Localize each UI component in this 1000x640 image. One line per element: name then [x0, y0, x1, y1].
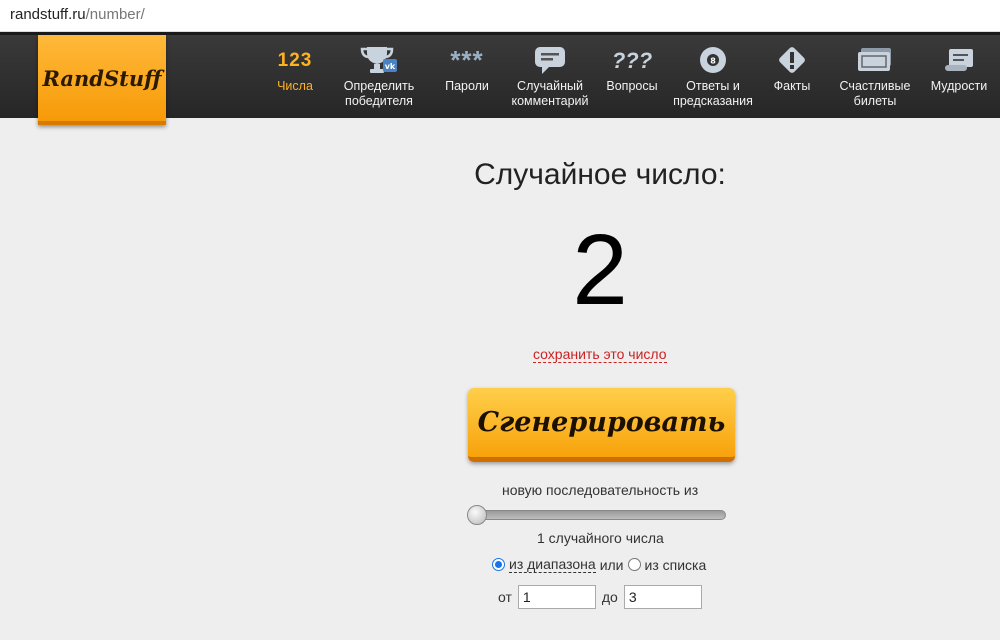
mode-selector: из диапазона или из списка — [492, 556, 706, 573]
magic-ball-icon: 8 — [668, 41, 758, 79]
save-number-link[interactable]: сохранить это число — [533, 346, 667, 363]
nav-item-label: Вопросы — [606, 79, 658, 93]
nav-item-tickets[interactable]: Счастливые билеты — [826, 35, 924, 121]
nav-item-label: Счастливые билеты — [839, 79, 911, 108]
comment-icon — [504, 41, 596, 79]
ticket-icon — [826, 41, 924, 79]
svg-text:8: 8 — [710, 57, 716, 66]
nav-item-winner[interactable]: vk Определить победителя — [328, 35, 430, 121]
main-content: Случайное число: 2 сохранить это число С… — [0, 118, 1000, 640]
nav-item-label: Факты — [773, 79, 811, 93]
site-logo[interactable]: RandStuff — [38, 35, 166, 125]
nav-item-label: Пароли — [445, 79, 489, 93]
scroll-icon — [924, 41, 994, 79]
url-path: /number/ — [85, 6, 145, 23]
nav-item-facts[interactable]: Факты — [758, 35, 826, 121]
nav-item-questions[interactable]: ??? Вопросы — [596, 35, 668, 121]
password-icon: *** — [450, 44, 484, 75]
nav-item-label: Случайный комментарий — [511, 79, 589, 108]
sequence-label: новую последовательность из — [502, 482, 699, 498]
count-slider[interactable] — [467, 505, 726, 525]
nav-item-label: Ответы и предсказания — [673, 79, 753, 108]
nav-item-passwords[interactable]: *** Пароли — [430, 35, 504, 121]
nav-item-label: Числа — [277, 79, 313, 93]
to-input[interactable] — [623, 585, 702, 609]
count-label: 1 случайного числа — [537, 530, 664, 546]
nav-item-numbers[interactable]: 123 Числа — [262, 35, 328, 121]
mode-range-label[interactable]: из диапазона — [509, 556, 596, 573]
nav-item-comment[interactable]: Случайный комментарий — [504, 35, 596, 121]
address-bar[interactable]: randstuff.ru/number/ — [0, 0, 1000, 32]
nav-item-label: Мудрости — [930, 79, 988, 93]
site-header: RandStuff 123 Числа vk Определить победи… — [0, 32, 1000, 125]
generate-button[interactable]: Сгенерировать — [468, 388, 735, 462]
from-label: от — [498, 589, 512, 605]
svg-text:vk: vk — [385, 62, 396, 71]
page-title: Случайное число: — [474, 158, 726, 191]
question-icon: ??? — [611, 47, 653, 73]
random-number-result: 2 — [572, 214, 628, 326]
main-nav: 123 Числа vk Определить победителя *** П… — [262, 35, 994, 121]
exclamation-icon — [758, 41, 826, 79]
numbers-icon: 123 — [277, 49, 313, 71]
mode-list-radio[interactable] — [627, 558, 641, 571]
nav-item-wisdom[interactable]: Мудрости — [924, 35, 994, 121]
from-input[interactable] — [517, 585, 596, 609]
trophy-icon: vk — [328, 41, 430, 79]
mode-list-label[interactable]: из списка — [645, 557, 707, 573]
nav-item-answers[interactable]: 8 Ответы и предсказания — [668, 35, 758, 121]
mode-or-text: или — [599, 556, 624, 573]
to-label: до — [601, 589, 618, 605]
nav-item-label: Определить победителя — [343, 79, 415, 108]
range-inputs: от до — [498, 585, 708, 609]
slider-handle[interactable] — [467, 505, 487, 525]
url-host: randstuff.ru — [10, 6, 86, 23]
mode-range-radio[interactable] — [492, 558, 505, 571]
